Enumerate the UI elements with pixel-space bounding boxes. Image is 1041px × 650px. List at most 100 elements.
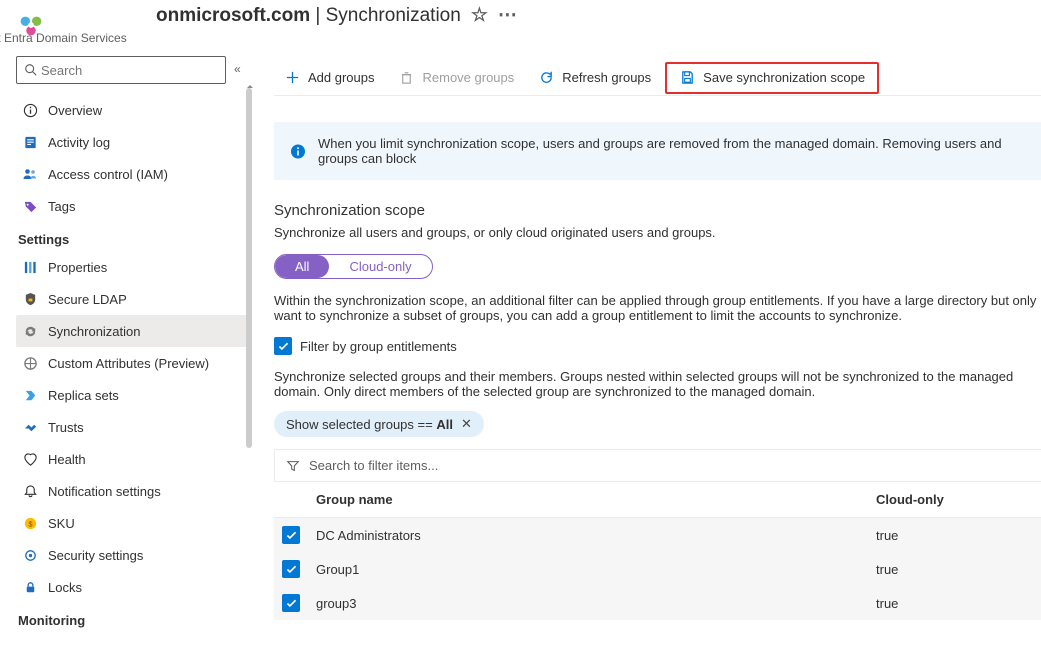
info-text: When you limit synchronization scope, us… — [318, 136, 1025, 166]
cell-cloud-only: true — [868, 586, 1041, 620]
nav-label: SKU — [48, 516, 75, 531]
button-label: Remove groups — [423, 70, 515, 85]
sku-icon: $ — [22, 515, 38, 531]
filter-pill[interactable]: Show selected groups == All ✕ — [274, 411, 484, 437]
groups-table: Group name Cloud-only DC Administratorst… — [274, 481, 1041, 620]
info-outline-icon — [22, 102, 38, 118]
nav-label: Properties — [48, 260, 107, 275]
nav-custom-attributes[interactable]: Custom Attributes (Preview) — [16, 347, 250, 379]
nav-synchronization[interactable]: Synchronization — [16, 315, 250, 347]
nav-health[interactable]: Health — [16, 443, 250, 475]
table-row[interactable]: DC Administratorstrue — [274, 518, 1041, 553]
close-icon[interactable]: ✕ — [461, 416, 472, 432]
replica-icon — [22, 387, 38, 403]
sidebar-search-input[interactable] — [39, 62, 219, 79]
cell-cloud-only: true — [868, 552, 1041, 586]
tag-icon — [22, 198, 38, 214]
scope-heading: Synchronization scope — [274, 202, 1041, 219]
nav-properties[interactable]: Properties — [16, 251, 250, 283]
sidebar-scrollbar[interactable] — [246, 88, 252, 448]
nav-label: Trusts — [48, 420, 84, 435]
nav-notification-settings[interactable]: Notification settings — [16, 475, 250, 507]
nav-label: Tags — [48, 199, 75, 214]
nav-label: Access control (IAM) — [48, 167, 168, 182]
table-filter-bar[interactable]: Search to filter items... — [274, 449, 1041, 481]
log-icon — [22, 134, 38, 150]
attributes-icon — [22, 355, 38, 371]
shield-lock-icon — [22, 291, 38, 307]
row-checkbox-icon[interactable] — [282, 560, 300, 578]
gear-shield-icon — [22, 547, 38, 563]
filter-desc: Within the synchronization scope, an add… — [274, 293, 1041, 323]
toggle-all[interactable]: All — [275, 255, 329, 278]
sidebar-search[interactable] — [16, 56, 226, 84]
nav-access-control[interactable]: Access control (IAM) — [16, 158, 250, 190]
plus-icon — [284, 70, 300, 86]
sync-icon — [22, 323, 38, 339]
info-banner: When you limit synchronization scope, us… — [274, 122, 1041, 180]
checkbox-checked-icon[interactable] — [274, 337, 292, 355]
nav-security-settings[interactable]: Security settings — [16, 539, 250, 571]
toggle-cloud-only[interactable]: Cloud-only — [329, 255, 431, 278]
lock-icon — [22, 579, 38, 595]
collapse-sidebar-icon[interactable]: « — [234, 62, 241, 76]
pill-text: Show selected groups == All — [286, 417, 453, 432]
nav-label: Synchronization — [48, 324, 141, 339]
nav-locks[interactable]: Locks — [16, 571, 250, 603]
nav-label: Locks — [48, 580, 82, 595]
command-bar: Add groups Remove groups Refresh groups … — [274, 48, 1041, 96]
refresh-icon — [538, 70, 554, 86]
col-group-name[interactable]: Group name — [308, 482, 868, 518]
scope-desc: Synchronize all users and groups, or onl… — [274, 225, 1041, 240]
nav-overview[interactable]: Overview — [16, 94, 250, 126]
nav-sku[interactable]: $ SKU — [16, 507, 250, 539]
nav-section-monitoring: Monitoring — [16, 603, 250, 632]
cell-cloud-only: true — [868, 518, 1041, 553]
table-row[interactable]: group3true — [274, 586, 1041, 620]
search-icon — [23, 62, 39, 78]
people-icon — [22, 166, 38, 182]
button-label: Add groups — [308, 70, 375, 85]
col-cloud-only[interactable]: Cloud-only — [868, 482, 1041, 518]
sync-desc: Synchronize selected groups and their me… — [274, 369, 1041, 399]
button-label: Save synchronization scope — [703, 70, 865, 85]
trash-icon — [399, 70, 415, 86]
properties-icon — [22, 259, 38, 275]
filter-checkbox-row[interactable]: Filter by group entitlements — [274, 337, 1041, 355]
favorite-star-icon[interactable]: ☆ — [471, 4, 488, 27]
nav-replica-sets[interactable]: Replica sets — [16, 379, 250, 411]
scope-toggle[interactable]: All Cloud-only — [274, 254, 433, 279]
save-icon — [679, 70, 695, 86]
heart-icon — [22, 451, 38, 467]
add-groups-button[interactable]: Add groups — [274, 66, 385, 90]
handshake-icon — [22, 419, 38, 435]
nav-label: Custom Attributes (Preview) — [48, 356, 209, 371]
nav-label: Security settings — [48, 548, 143, 563]
nav-activity-log[interactable]: Activity log — [16, 126, 250, 158]
remove-groups-button: Remove groups — [389, 66, 525, 90]
refresh-groups-button[interactable]: Refresh groups — [528, 66, 661, 90]
more-menu-icon[interactable]: ⋯ — [498, 4, 519, 27]
nav-secure-ldap[interactable]: Secure LDAP — [16, 283, 250, 315]
nav-trusts[interactable]: Trusts — [16, 411, 250, 443]
filter-placeholder: Search to filter items... — [309, 458, 438, 473]
info-filled-icon — [290, 143, 306, 159]
bell-icon — [22, 483, 38, 499]
page-subtitle: Microsoft Entra Domain Services — [0, 31, 519, 45]
cell-group-name: DC Administrators — [308, 518, 868, 553]
nav-label: Health — [48, 452, 86, 467]
nav-label: Secure LDAP — [48, 292, 127, 307]
button-label: Refresh groups — [562, 70, 651, 85]
save-sync-scope-button[interactable]: Save synchronization scope — [665, 62, 879, 94]
table-row[interactable]: Group1true — [274, 552, 1041, 586]
nav-label: Replica sets — [48, 388, 119, 403]
nav-label: Notification settings — [48, 484, 161, 499]
nav-section-settings: Settings — [16, 222, 250, 251]
checkbox-label: Filter by group entitlements — [300, 339, 457, 354]
nav-label: Overview — [48, 103, 102, 118]
row-checkbox-icon[interactable] — [282, 594, 300, 612]
nav-tags[interactable]: Tags — [16, 190, 250, 222]
filter-icon — [285, 458, 301, 474]
row-checkbox-icon[interactable] — [282, 526, 300, 544]
cell-group-name: group3 — [308, 586, 868, 620]
